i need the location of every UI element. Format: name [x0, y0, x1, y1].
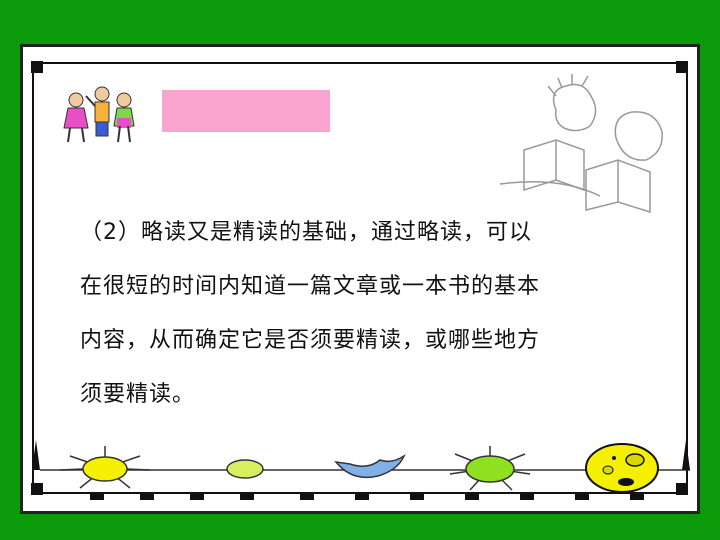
sun-icon	[59, 446, 151, 489]
bottom-decoration	[32, 440, 690, 500]
reading-kids-clipart-icon	[499, 74, 663, 214]
body-paragraph: （2）略读又是精读的基础，通过略读，可以 在很短的时间内知道一篇文章或一本书的基…	[80, 206, 670, 422]
paragraph-line: 内容，从而确定它是否须要精读，或哪些地方	[80, 328, 541, 353]
oval-icon	[226, 459, 264, 479]
paragraph-line: 须要精读。	[80, 382, 196, 407]
paragraph-line: （2）略读又是精读的基础，通过略读，可以	[80, 220, 532, 245]
moon-icon	[334, 453, 406, 479]
children-clipart-icon	[63, 86, 135, 143]
smiley-sun-icon	[585, 443, 659, 493]
green-sun-icon	[449, 446, 531, 491]
paragraph-line: 在很短的时间内知道一篇文章或一本书的基本	[80, 274, 541, 299]
